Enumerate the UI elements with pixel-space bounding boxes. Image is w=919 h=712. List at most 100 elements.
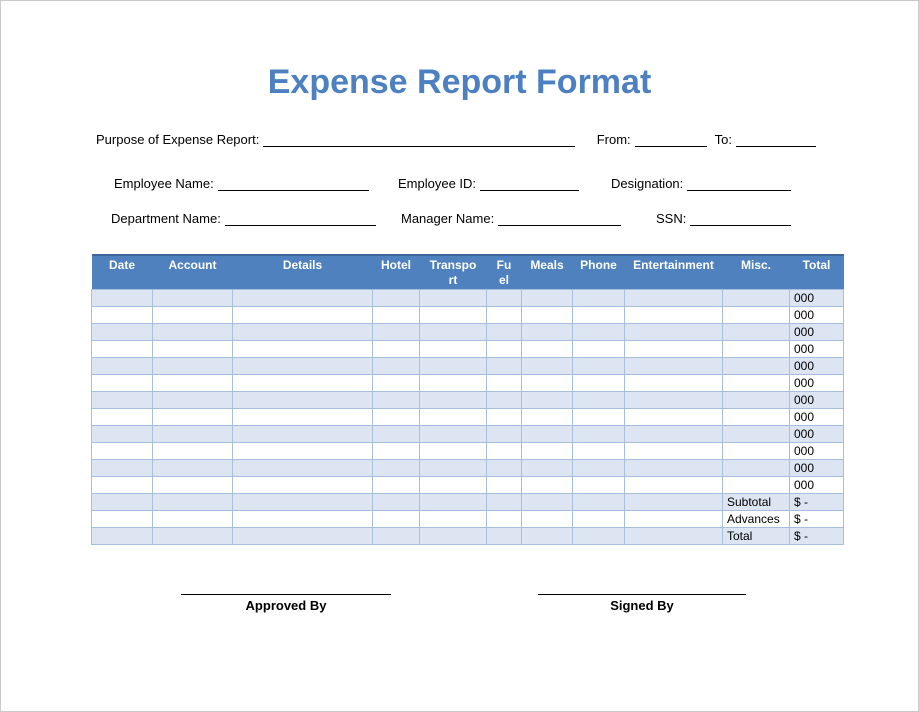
table-cell[interactable]	[573, 391, 625, 408]
department-name-blank-line[interactable]	[225, 211, 376, 226]
total-cell[interactable]: 000	[790, 289, 844, 306]
total-cell[interactable]: 000	[790, 374, 844, 391]
table-cell[interactable]	[233, 340, 373, 357]
designation-blank-line[interactable]	[687, 176, 791, 191]
table-cell[interactable]	[487, 459, 522, 476]
table-cell[interactable]	[625, 340, 723, 357]
table-cell[interactable]	[373, 289, 420, 306]
table-cell[interactable]	[92, 425, 153, 442]
table-cell[interactable]	[522, 340, 573, 357]
signed-by-signature-line[interactable]	[538, 587, 746, 595]
table-cell[interactable]	[420, 442, 487, 459]
table-cell[interactable]	[420, 408, 487, 425]
table-cell[interactable]	[487, 408, 522, 425]
table-cell[interactable]	[487, 442, 522, 459]
table-cell[interactable]	[723, 391, 790, 408]
table-cell[interactable]	[625, 476, 723, 493]
table-cell[interactable]	[153, 357, 233, 374]
table-cell[interactable]	[92, 493, 153, 510]
summary-value-cell[interactable]: $ -	[790, 493, 844, 510]
table-cell[interactable]	[625, 442, 723, 459]
table-cell[interactable]	[625, 374, 723, 391]
table-cell[interactable]	[723, 340, 790, 357]
table-cell[interactable]	[153, 289, 233, 306]
employee-name-blank-line[interactable]	[218, 176, 369, 191]
table-cell[interactable]	[723, 408, 790, 425]
table-cell[interactable]	[153, 340, 233, 357]
table-cell[interactable]	[92, 391, 153, 408]
table-cell[interactable]	[420, 340, 487, 357]
table-cell[interactable]	[153, 527, 233, 544]
table-cell[interactable]	[573, 425, 625, 442]
table-cell[interactable]	[420, 510, 487, 527]
table-cell[interactable]	[522, 408, 573, 425]
table-cell[interactable]	[233, 323, 373, 340]
table-cell[interactable]	[522, 527, 573, 544]
table-cell[interactable]	[92, 289, 153, 306]
table-cell[interactable]	[487, 391, 522, 408]
table-cell[interactable]	[573, 527, 625, 544]
total-cell[interactable]: 000	[790, 357, 844, 374]
table-cell[interactable]	[92, 374, 153, 391]
table-cell[interactable]	[420, 306, 487, 323]
table-cell[interactable]	[573, 289, 625, 306]
table-cell[interactable]	[573, 374, 625, 391]
table-cell[interactable]	[522, 323, 573, 340]
table-cell[interactable]	[625, 527, 723, 544]
table-cell[interactable]	[92, 510, 153, 527]
table-cell[interactable]	[153, 476, 233, 493]
table-cell[interactable]	[92, 306, 153, 323]
table-cell[interactable]	[625, 425, 723, 442]
table-cell[interactable]	[373, 357, 420, 374]
table-cell[interactable]	[420, 493, 487, 510]
table-cell[interactable]	[522, 442, 573, 459]
table-cell[interactable]	[723, 425, 790, 442]
table-cell[interactable]	[625, 289, 723, 306]
table-cell[interactable]	[522, 374, 573, 391]
table-cell[interactable]	[487, 527, 522, 544]
table-cell[interactable]	[573, 476, 625, 493]
table-cell[interactable]	[522, 476, 573, 493]
table-cell[interactable]	[92, 323, 153, 340]
table-cell[interactable]	[92, 357, 153, 374]
table-cell[interactable]	[92, 459, 153, 476]
table-cell[interactable]	[233, 493, 373, 510]
table-cell[interactable]	[522, 510, 573, 527]
table-cell[interactable]	[522, 289, 573, 306]
table-cell[interactable]	[233, 425, 373, 442]
table-cell[interactable]	[420, 357, 487, 374]
ssn-blank-line[interactable]	[690, 211, 791, 226]
purpose-blank-line[interactable]	[263, 132, 574, 147]
table-cell[interactable]	[522, 459, 573, 476]
table-cell[interactable]	[522, 357, 573, 374]
table-cell[interactable]	[373, 476, 420, 493]
table-cell[interactable]	[487, 340, 522, 357]
table-cell[interactable]	[233, 459, 373, 476]
table-cell[interactable]	[487, 374, 522, 391]
table-cell[interactable]	[625, 391, 723, 408]
table-cell[interactable]	[723, 459, 790, 476]
table-cell[interactable]	[573, 459, 625, 476]
table-cell[interactable]	[522, 493, 573, 510]
table-cell[interactable]	[373, 408, 420, 425]
table-cell[interactable]	[487, 476, 522, 493]
table-cell[interactable]	[92, 476, 153, 493]
table-cell[interactable]	[233, 510, 373, 527]
table-cell[interactable]	[92, 527, 153, 544]
table-cell[interactable]	[625, 510, 723, 527]
table-cell[interactable]	[625, 493, 723, 510]
table-cell[interactable]	[373, 493, 420, 510]
table-cell[interactable]	[723, 374, 790, 391]
table-cell[interactable]	[522, 391, 573, 408]
table-cell[interactable]	[373, 391, 420, 408]
total-cell[interactable]: 000	[790, 391, 844, 408]
total-cell[interactable]: 000	[790, 425, 844, 442]
table-cell[interactable]	[153, 442, 233, 459]
total-cell[interactable]: 000	[790, 459, 844, 476]
table-cell[interactable]	[373, 459, 420, 476]
table-cell[interactable]	[92, 442, 153, 459]
table-cell[interactable]	[573, 357, 625, 374]
table-cell[interactable]	[625, 408, 723, 425]
table-cell[interactable]	[420, 323, 487, 340]
table-cell[interactable]	[723, 323, 790, 340]
